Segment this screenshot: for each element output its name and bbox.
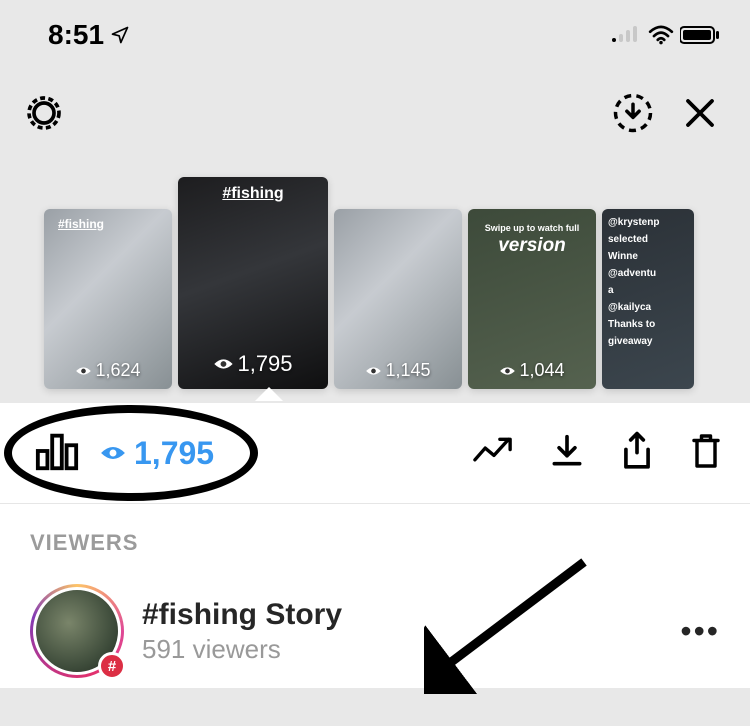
download-button[interactable] [548, 431, 586, 476]
more-options-button[interactable]: ••• [680, 613, 720, 650]
viewer-subtitle: 591 viewers [142, 634, 342, 665]
story-thumb-1[interactable]: #fishing 1,624 [44, 209, 172, 389]
close-button[interactable] [682, 95, 718, 136]
insights-button[interactable] [34, 428, 80, 479]
hashtag-avatar: # [30, 584, 124, 678]
share-icon [618, 430, 656, 472]
bar-chart-icon [34, 428, 80, 474]
story-promo-line1: Swipe up to watch full [485, 223, 580, 233]
viewers-heading: VIEWERS [30, 530, 720, 556]
story-view-count: 1,624 [75, 360, 140, 381]
story-tag-line: @krystenp [608, 217, 688, 228]
view-count-button[interactable]: 1,795 [100, 435, 214, 472]
status-time: 8:51 [48, 19, 130, 51]
eye-icon [365, 365, 381, 377]
story-tag-line: a [608, 285, 688, 296]
eye-icon [499, 365, 515, 377]
story-thumb-3[interactable]: 1,145 [334, 209, 462, 389]
story-tag-line: Winne [608, 251, 688, 262]
gear-icon [24, 93, 64, 133]
delete-button[interactable] [688, 430, 724, 477]
download-icon [548, 431, 586, 471]
story-tag-line: Thanks to [608, 319, 688, 330]
download-dashed-icon [612, 92, 654, 134]
trash-icon [688, 430, 724, 472]
story-thumb-2-selected[interactable]: #fishing 1,795 [178, 177, 328, 389]
story-tag-line: @adventu [608, 268, 688, 279]
close-icon [682, 95, 718, 131]
story-view-count: 1,044 [499, 360, 564, 381]
story-hashtag: #fishing [58, 217, 104, 231]
signal-icon [612, 26, 642, 44]
viewer-title: #fishing Story [142, 598, 342, 632]
story-tag-line: @kailyca [608, 302, 688, 313]
wifi-icon [648, 25, 674, 45]
viewer-hashtag-row[interactable]: # #fishing Story 591 viewers ••• [30, 584, 720, 678]
story-thumb-5[interactable]: @krystenp selected Winne @adventu a @kai… [602, 209, 694, 389]
selected-story-caret [255, 387, 283, 401]
promote-button[interactable] [472, 435, 516, 472]
story-tag-line: selected [608, 234, 688, 245]
settings-button[interactable] [24, 93, 64, 138]
eye-icon [75, 365, 91, 377]
trend-arrow-icon [472, 435, 516, 467]
stories-carousel[interactable]: #fishing 1,624 #fishing 1,795 1,145 Swip… [0, 149, 750, 389]
location-arrow-icon [110, 25, 130, 45]
status-icons [612, 25, 720, 45]
story-promo-line2: version [498, 235, 566, 257]
hashtag-badge-icon: # [98, 652, 126, 680]
story-view-count: 1,795 [213, 351, 292, 377]
battery-icon [680, 26, 720, 44]
eye-icon [213, 357, 233, 371]
save-story-button[interactable] [612, 92, 654, 139]
story-tag-line: giveaway [608, 336, 688, 347]
story-view-count: 1,145 [365, 360, 430, 381]
story-action-bar: 1,795 [0, 403, 750, 503]
viewers-section: VIEWERS # #fishing Story 591 viewers ••• [0, 503, 750, 688]
eye-icon [100, 444, 126, 462]
share-button[interactable] [618, 430, 656, 477]
story-thumb-4[interactable]: Swipe up to watch full version 1,044 [468, 209, 596, 389]
story-hashtag: #fishing [222, 185, 283, 203]
